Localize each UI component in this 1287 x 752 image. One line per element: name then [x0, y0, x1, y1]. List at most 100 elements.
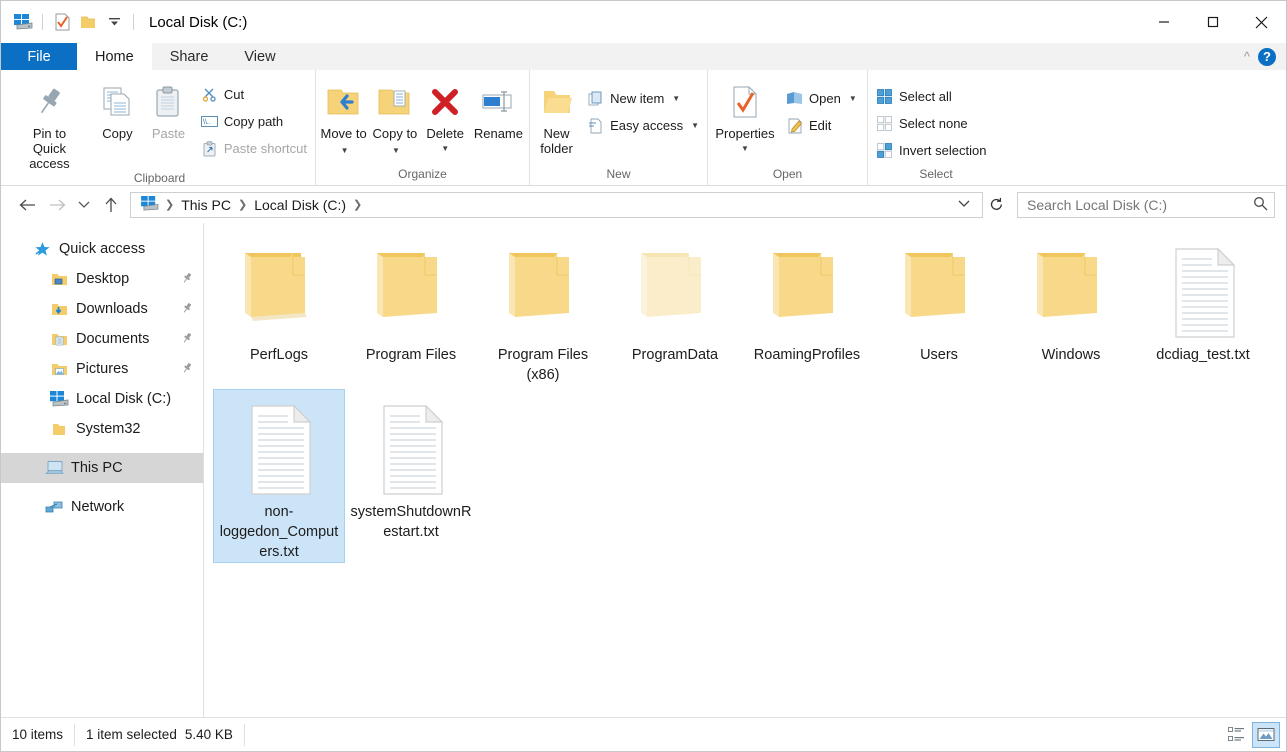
details-view-button[interactable] — [1222, 722, 1250, 748]
refresh-button[interactable] — [983, 192, 1009, 218]
file-item-label: Windows — [1041, 347, 1101, 363]
file-item-program-files-x86[interactable]: Program Files (x86) — [477, 232, 609, 385]
sidebar-item-local-disk[interactable]: Local Disk (C:) — [1, 384, 203, 414]
copy-to-label: Copy to ▼ — [369, 126, 420, 158]
copy-button[interactable]: Copy — [93, 76, 142, 160]
group-label-select: Select — [919, 167, 953, 181]
paste-shortcut-button[interactable]: Paste shortcut — [195, 136, 313, 161]
search-icon[interactable] — [1253, 196, 1268, 214]
pin-icon[interactable] — [181, 332, 193, 347]
file-item-system-shutdown-restart[interactable]: systemShutdownRestart.txt — [345, 389, 477, 563]
sidebar-item-this-pc[interactable]: This PC — [1, 453, 203, 483]
large-icons-view-button[interactable] — [1252, 721, 1280, 748]
rename-label: Rename — [473, 126, 523, 141]
qat-separator-2 — [133, 14, 134, 30]
address-dropdown-icon[interactable] — [950, 199, 978, 211]
ribbon: Pin to Quick access Copy Paste Cut \\.. … — [1, 70, 1286, 186]
group-label-open: Open — [772, 167, 803, 181]
pin-icon[interactable] — [181, 362, 193, 377]
new-folder-icon[interactable] — [75, 9, 101, 35]
sidebar-item-pictures[interactable]: Pictures — [1, 354, 203, 384]
new-item-button[interactable]: New item ▼ — [581, 86, 705, 111]
sidebar-item-label: Quick access — [59, 241, 146, 257]
file-item-label: Users — [920, 347, 958, 363]
search-box[interactable]: Search Local Disk (C:) — [1017, 191, 1275, 218]
breadcrumb-root-icon[interactable] — [137, 195, 163, 214]
chevron-down-icon: ▼ — [848, 94, 857, 103]
file-list-pane[interactable]: PerfLogs Program Files Program Files (x8… — [204, 223, 1286, 717]
invert-selection-icon — [876, 142, 893, 159]
minimize-button[interactable] — [1139, 1, 1188, 43]
select-all-button[interactable]: Select all — [870, 84, 992, 109]
maximize-button[interactable] — [1188, 1, 1237, 43]
customize-qat-caret-icon[interactable] — [101, 9, 127, 35]
tab-share[interactable]: Share — [151, 43, 227, 70]
properties-checkmark-icon[interactable] — [49, 9, 75, 35]
paste-button[interactable]: Paste — [142, 76, 195, 160]
easy-access-button[interactable]: Easy access ▼ — [581, 113, 705, 138]
paste-icon — [151, 80, 185, 124]
folder-icon — [48, 418, 70, 440]
group-label-organize: Organize — [398, 167, 447, 181]
properties-button[interactable]: Properties ▼ — [710, 76, 780, 160]
file-item-program-files[interactable]: Program Files — [345, 232, 477, 385]
copy-path-button[interactable]: \\.. Copy path — [195, 109, 313, 134]
sidebar-item-downloads[interactable]: Downloads — [1, 294, 203, 324]
new-folder-button[interactable]: New folder — [532, 76, 581, 160]
folder-icon — [363, 241, 459, 345]
pin-to-quick-access-button[interactable]: Pin to Quick access — [6, 76, 93, 171]
breadcrumb-separator: ❯ — [238, 199, 248, 211]
pin-icon[interactable] — [181, 302, 193, 317]
tab-file[interactable]: File — [1, 43, 77, 70]
sidebar-item-label: Local Disk (C:) — [76, 391, 172, 407]
file-item-label: Program Files — [365, 347, 457, 363]
select-none-button[interactable]: Select none — [870, 111, 992, 136]
delete-button[interactable]: Delete ▼ — [421, 76, 470, 160]
file-item-dcdiag-test[interactable]: dcdiag_test.txt — [1137, 232, 1269, 385]
cut-button[interactable]: Cut — [195, 82, 313, 107]
group-label-new: New — [606, 167, 631, 181]
sidebar-item-quick-access[interactable]: Quick access — [1, 234, 203, 264]
file-item-non-loggedon-computers[interactable]: non-loggedon_Computers.txt — [213, 389, 345, 563]
open-icon — [786, 90, 803, 107]
breadcrumb-item-this-pc[interactable]: This PC — [176, 197, 236, 213]
forward-button[interactable] — [42, 190, 72, 220]
select-small-buttons: Select all Select none Invert selection — [870, 76, 992, 163]
folder-icon — [627, 241, 723, 345]
back-button[interactable] — [12, 190, 42, 220]
sidebar-item-documents[interactable]: Documents — [1, 324, 203, 354]
rename-button[interactable]: Rename — [470, 76, 527, 160]
tab-home[interactable]: Home — [77, 43, 152, 70]
file-item-windows[interactable]: Windows — [1005, 232, 1137, 385]
sidebar-item-system32[interactable]: System32 — [1, 414, 203, 444]
file-item-label: PerfLogs — [249, 347, 309, 363]
invert-selection-button[interactable]: Invert selection — [870, 138, 992, 163]
help-button[interactable]: ? — [1258, 47, 1276, 66]
collapse-ribbon-icon[interactable]: ^ — [1244, 50, 1250, 63]
file-item-programdata[interactable]: ProgramData — [609, 232, 741, 385]
folder-icon — [231, 241, 327, 345]
ribbon-group-select: Select all Select none Invert selection … — [868, 70, 1004, 185]
breadcrumb-item-local-disk[interactable]: Local Disk (C:) — [249, 197, 351, 213]
breadcrumb[interactable]: ❯ This PC ❯ Local Disk (C:) ❯ — [130, 191, 983, 218]
file-item-perflogs[interactable]: PerfLogs — [213, 232, 345, 385]
this-pc-icon[interactable] — [10, 9, 36, 35]
copy-to-button[interactable]: Copy to ▼ — [369, 76, 420, 160]
properties-text: Properties — [715, 126, 775, 141]
open-button[interactable]: Open ▼ — [780, 86, 863, 111]
desktop-folder-icon — [48, 268, 70, 290]
open-label: Open — [809, 91, 841, 106]
up-button[interactable] — [96, 190, 126, 220]
search-input[interactable]: Search Local Disk (C:) — [1027, 197, 1253, 213]
recent-locations-button[interactable] — [72, 190, 96, 220]
move-to-button[interactable]: Move to ▼ — [318, 76, 369, 160]
close-button[interactable] — [1237, 1, 1286, 43]
file-item-roamingprofiles[interactable]: RoamingProfiles — [741, 232, 873, 385]
pin-icon[interactable] — [181, 272, 193, 287]
sidebar-item-network[interactable]: Network — [1, 492, 203, 522]
tab-view[interactable]: View — [226, 43, 294, 70]
paste-shortcut-icon — [201, 140, 218, 157]
sidebar-item-desktop[interactable]: Desktop — [1, 264, 203, 294]
file-item-users[interactable]: Users — [873, 232, 1005, 385]
edit-button[interactable]: Edit — [780, 113, 863, 138]
